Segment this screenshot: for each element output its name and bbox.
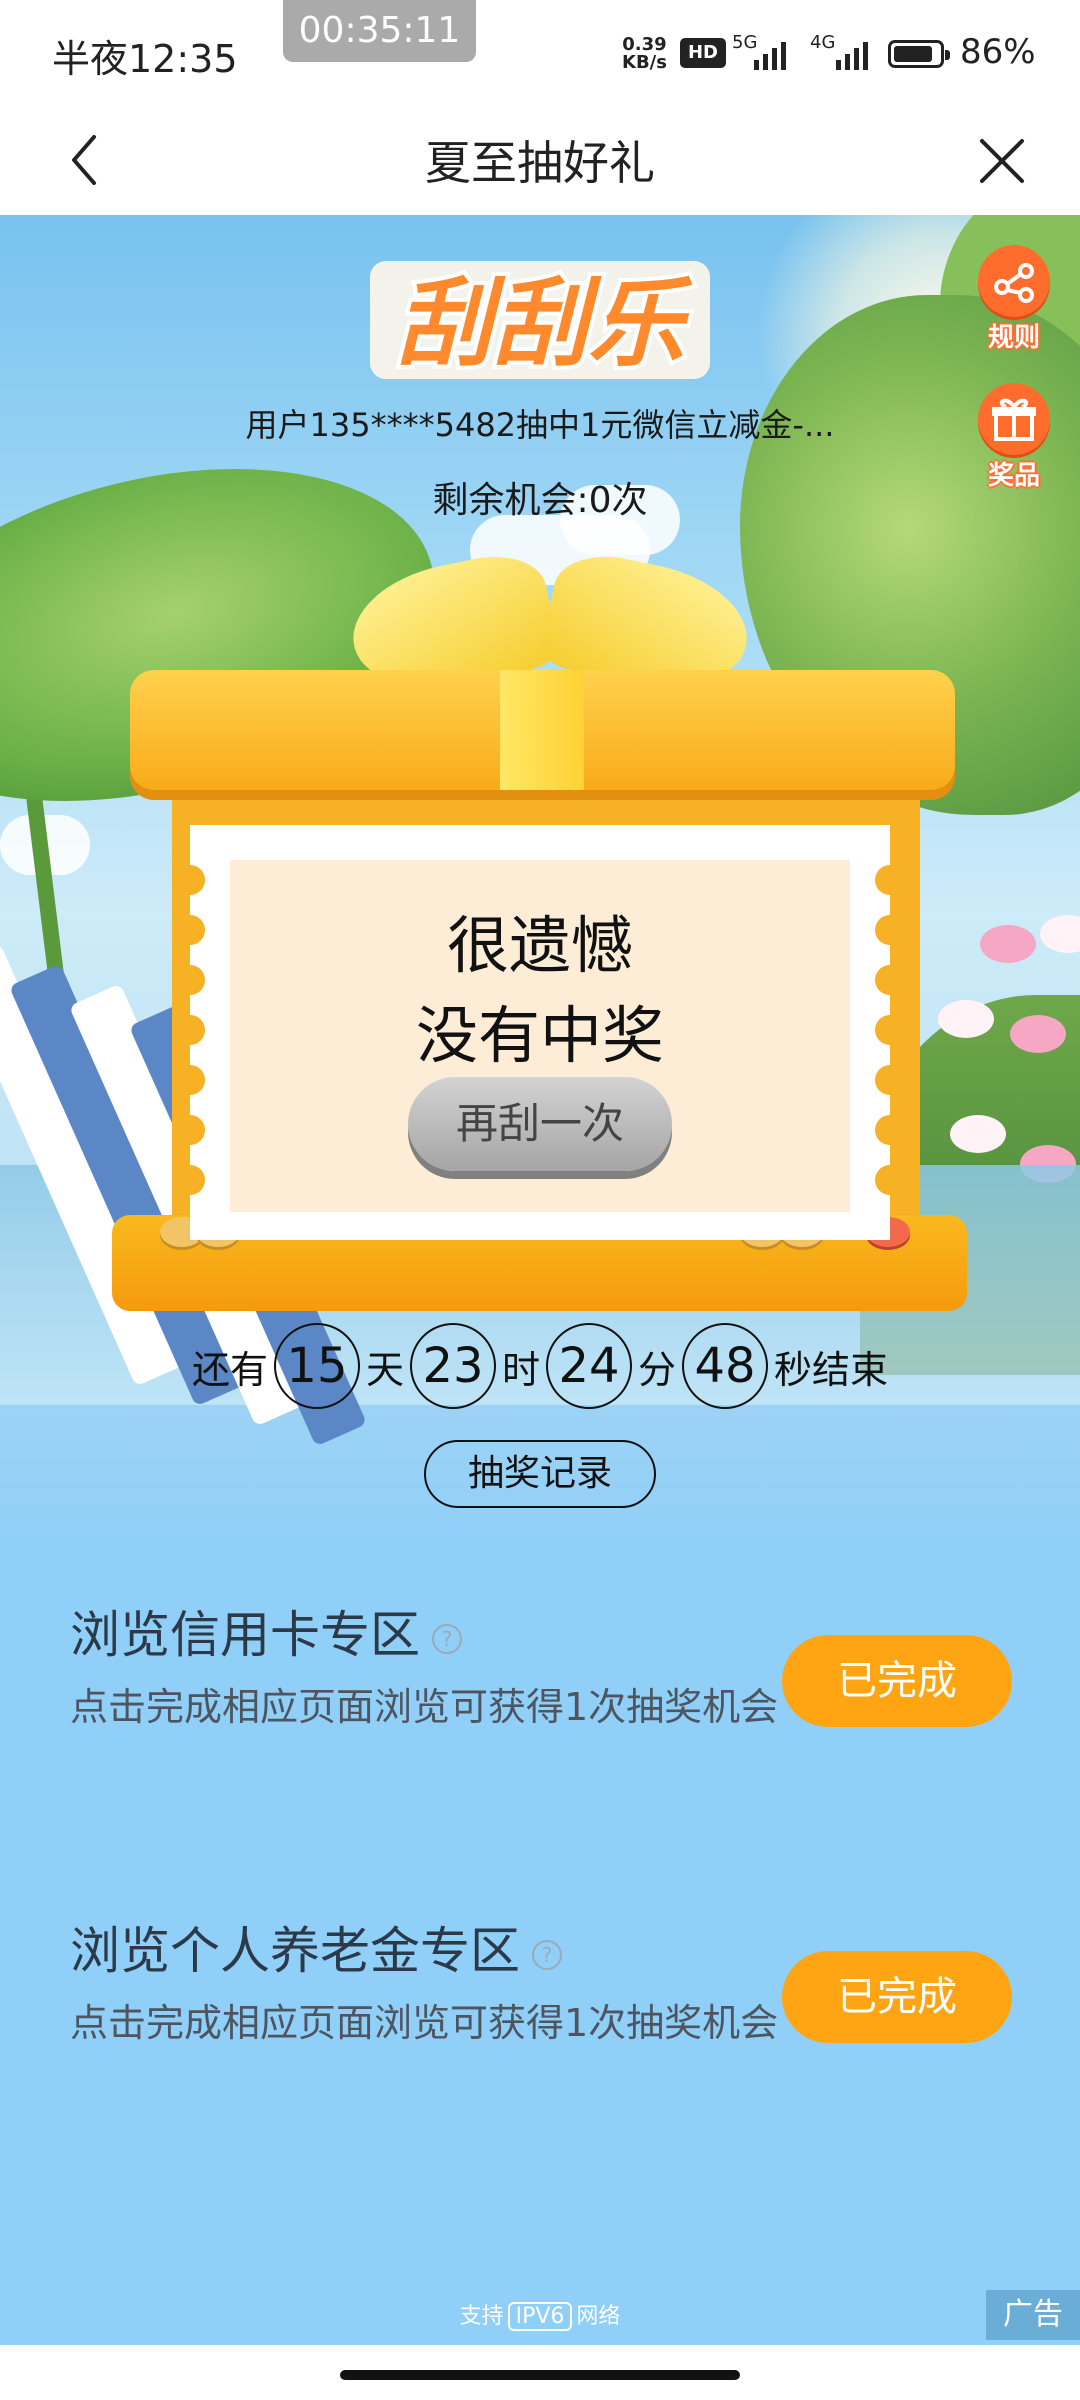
share-icon: [994, 263, 1034, 303]
task-title: 浏览信用卡专区?: [70, 1595, 462, 1667]
scratch-card-logo: 刮刮乐: [370, 261, 710, 384]
countdown-seconds: 48: [682, 1323, 769, 1409]
hd-voice-badge: HD: [680, 38, 726, 68]
ipv6-support-notice: 支持 IPV6 网络: [0, 2298, 1080, 2331]
signal-4g-icon: 4G: [810, 32, 876, 70]
task-title: 浏览个人养老金专区?: [70, 1911, 562, 1983]
countdown-prefix: 还有: [191, 1347, 268, 1392]
countdown-hours-unit: 时: [501, 1347, 540, 1392]
countdown-days: 15: [273, 1323, 360, 1409]
task-description: 点击完成相应页面浏览可获得1次抽奖机会: [70, 2001, 779, 2045]
logo-text: 刮刮乐: [396, 268, 693, 380]
task-list: 浏览信用卡专区? 点击完成相应页面浏览可获得1次抽奖机会 已完成 浏览个人养老金…: [0, 1555, 1080, 2345]
status-bar: 半夜12:35 00:35:11 0.39 KB/s HD 5G 4G 86%: [0, 0, 1080, 105]
prizes-button[interactable]: 奖品: [976, 383, 1052, 492]
task-title-text: 浏览信用卡专区: [70, 1606, 420, 1664]
prizes-label: 奖品: [987, 461, 1040, 491]
task-completed-button[interactable]: 已完成: [782, 1635, 1012, 1727]
navigation-bar: 夏至抽好礼: [0, 105, 1080, 215]
signal-5g-icon: 5G: [732, 32, 792, 70]
result-line-1: 很遗憾: [446, 909, 633, 982]
network-speed-unit: KB/s: [622, 52, 667, 73]
close-button[interactable]: [972, 127, 1032, 193]
countdown-timer: 还有 15 天 23 时 24 分 48 秒结束: [0, 1320, 1080, 1412]
gift-icon: [992, 398, 1036, 441]
winner-ticker: 用户135****5482抽中1元微信立减金-...: [245, 406, 835, 444]
ipv6-prefix: 支持: [459, 2304, 504, 2329]
countdown-minutes: 24: [546, 1323, 632, 1409]
home-indicator[interactable]: [340, 2370, 740, 2380]
countdown-seconds-suffix: 秒结束: [774, 1347, 889, 1392]
flower: [950, 1115, 1006, 1153]
ipv6-suffix: 网络: [576, 2304, 621, 2329]
result-line-2: 没有中奖: [415, 999, 664, 1072]
task-item: 浏览个人养老金专区? 点击完成相应页面浏览可获得1次抽奖机会 已完成: [0, 1911, 1080, 2211]
status-time: 半夜12:35: [52, 37, 238, 81]
rules-button[interactable]: 规则: [976, 245, 1052, 354]
task-description: 点击完成相应页面浏览可获得1次抽奖机会: [70, 1685, 779, 1729]
task-item: 浏览信用卡专区? 点击完成相应页面浏览可获得1次抽奖机会 已完成: [0, 1595, 1080, 1895]
ipv6-badge: IPV6: [507, 2302, 573, 2331]
scratch-card-hero: 刮刮乐 用户135****5482抽中1元微信立减金-... 剩余机会:0次 规…: [0, 215, 1080, 1555]
task-completed-button[interactable]: 已完成: [782, 1951, 1012, 2043]
gift-ribbon: [500, 670, 584, 790]
screen-recording-timer[interactable]: 00:35:11: [283, 0, 476, 62]
countdown-hours: 23: [409, 1323, 496, 1409]
countdown-minutes-unit: 分: [638, 1347, 677, 1392]
countdown-days-unit: 天: [365, 1347, 404, 1392]
scratch-again-button[interactable]: 再刮一次: [408, 1077, 672, 1171]
network-speed: 0.39 KB/s: [622, 36, 667, 72]
battery-percent: 86%: [960, 32, 1036, 72]
question-circle-icon[interactable]: ?: [432, 1623, 462, 1654]
close-icon: [980, 139, 1024, 183]
signal-5g-label: 5G: [732, 32, 758, 53]
lottery-record-button[interactable]: 抽奖记录: [424, 1440, 656, 1508]
task-title-text: 浏览个人养老金专区: [70, 1922, 520, 1980]
rules-label: 规则: [987, 323, 1040, 353]
remaining-chances: 剩余机会:0次: [432, 480, 648, 521]
ad-label[interactable]: 广告: [986, 2290, 1080, 2340]
signal-4g-label: 4G: [810, 32, 836, 53]
battery-icon: [888, 40, 950, 68]
page-title: 夏至抽好礼: [425, 136, 655, 190]
question-circle-icon[interactable]: ?: [532, 1939, 562, 1970]
